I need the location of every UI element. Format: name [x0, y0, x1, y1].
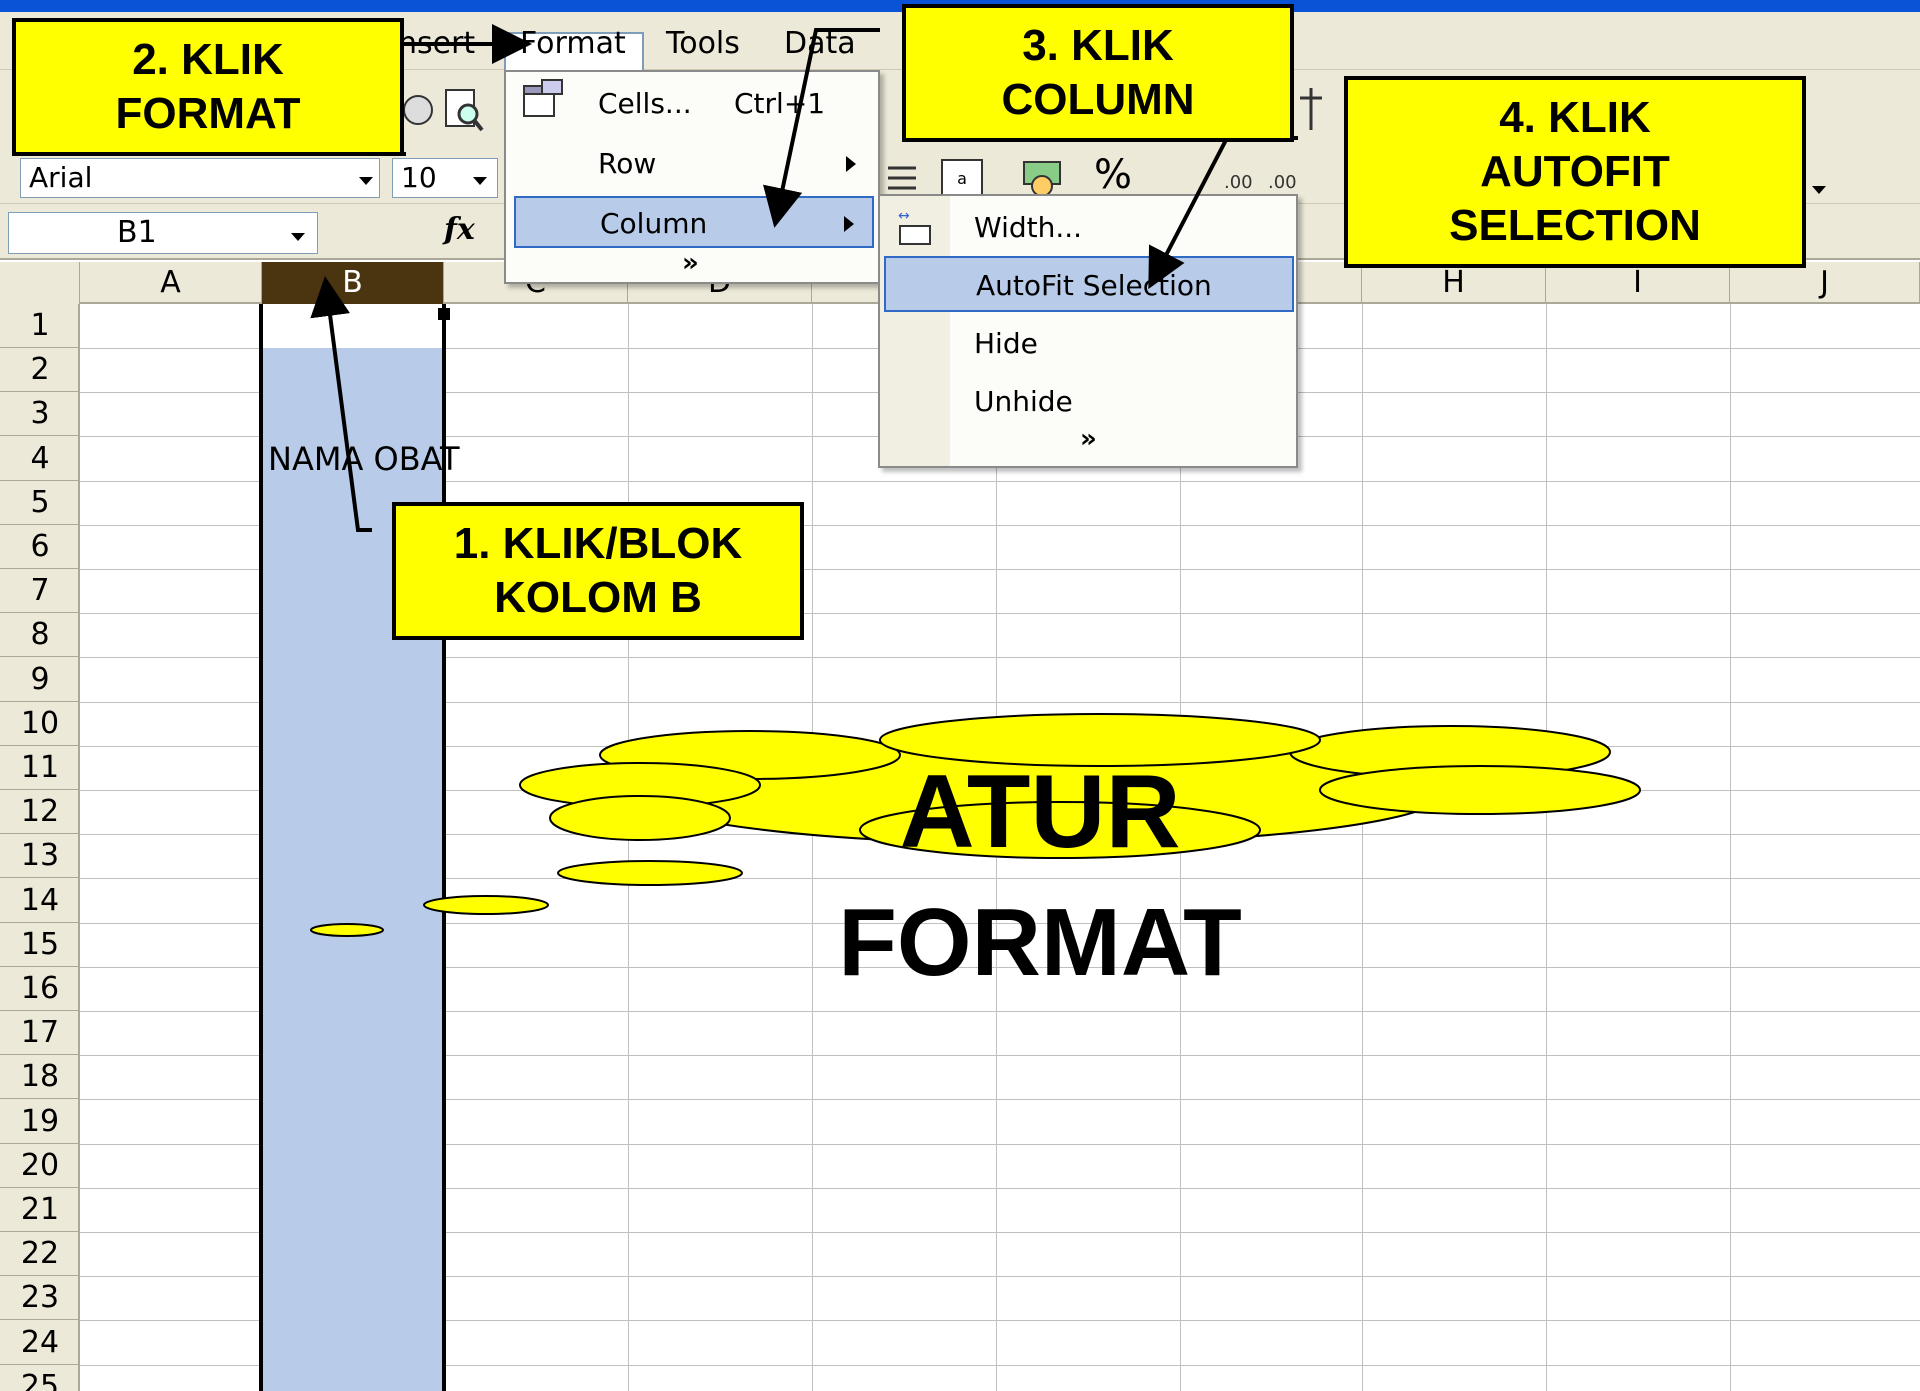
merge-center-icon[interactable]: a	[940, 158, 984, 198]
row-header-9[interactable]: 9	[0, 658, 80, 702]
currency-icon[interactable]	[1020, 156, 1064, 198]
row-header-16[interactable]: 16	[0, 967, 80, 1011]
callout-step-1-text: 1. KLIK/BLOK KOLOM B	[453, 519, 743, 622]
row-header-15[interactable]: 15	[0, 923, 80, 967]
select-all-corner[interactable]	[0, 262, 80, 304]
row-header-13[interactable]: 13	[0, 834, 80, 879]
column-submenu: ↔ Width... AutoFit Selection Hide Unhide…	[878, 194, 1298, 468]
row-header-24[interactable]: 24	[0, 1321, 80, 1365]
font-size-value: 10	[401, 161, 437, 194]
callout-step-3-text: 3. KLIK COLUMN	[1001, 21, 1195, 124]
menu-item-cells-shortcut: Ctrl+1	[734, 87, 826, 120]
fill-handle[interactable]	[438, 308, 450, 320]
svg-text:a: a	[957, 169, 967, 188]
row-header-18[interactable]: 18	[0, 1055, 80, 1100]
menu-item-column[interactable]: Column	[514, 196, 874, 248]
callout-step-4-text: 4. KLIK AUTOFIT SELECTION	[1449, 93, 1701, 250]
row-header-11[interactable]: 11	[0, 746, 80, 790]
submenu-arrow-icon	[844, 216, 854, 232]
column-header-a[interactable]: A	[80, 262, 262, 304]
row-header-19[interactable]: 19	[0, 1100, 80, 1144]
row-header-14[interactable]: 14	[0, 879, 80, 923]
row-header-8[interactable]: 8	[0, 613, 80, 658]
row-header-21[interactable]: 21	[0, 1188, 80, 1232]
menu-item-cells[interactable]: Cells... Ctrl+1	[514, 78, 874, 130]
expand-menu-icon[interactable]: »	[1080, 424, 1097, 454]
insert-function-icon[interactable]: fx	[444, 212, 475, 247]
menu-data[interactable]: Data	[784, 26, 856, 61]
print-preview-icon[interactable]	[442, 86, 486, 134]
column-header-i[interactable]: I	[1546, 262, 1730, 304]
callout-step-2-text: 2. KLIK FORMAT	[115, 35, 301, 138]
row-header-17[interactable]: 17	[0, 1011, 80, 1056]
row-header-22[interactable]: 22	[0, 1232, 80, 1277]
row-header-12[interactable]: 12	[0, 790, 80, 835]
menu-tools[interactable]: Tools	[666, 26, 740, 61]
sort-icon[interactable]	[1296, 84, 1326, 134]
submenu-item-width[interactable]: Width...	[884, 200, 1294, 256]
submenu-arrow-icon	[846, 156, 856, 172]
row-header-7[interactable]: 7	[0, 569, 80, 614]
percent-icon[interactable]: %	[1094, 152, 1132, 198]
row-header-5[interactable]: 5	[0, 481, 80, 525]
menu-format[interactable]: Format	[520, 26, 626, 61]
svg-text:.00: .00	[1268, 172, 1297, 193]
gridline-column	[628, 304, 629, 1391]
gridline-column	[1362, 304, 1363, 1391]
row-header-6[interactable]: 6	[0, 525, 80, 569]
svg-text:.00: .00	[1224, 172, 1253, 193]
row-header-10[interactable]: 10	[0, 702, 80, 746]
callout-step-1: 1. KLIK/BLOK KOLOM B	[392, 502, 804, 640]
print-icon[interactable]	[398, 88, 438, 132]
expand-menu-icon[interactable]: »	[682, 248, 699, 278]
menu-item-row[interactable]: Row	[514, 138, 874, 190]
chevron-down-icon[interactable]	[359, 177, 373, 185]
row-header-1[interactable]: 1	[0, 304, 80, 348]
name-box[interactable]: B1	[8, 212, 318, 254]
row-header-4[interactable]: 4	[0, 437, 80, 481]
callout-step-2: 2. KLIK FORMAT	[12, 18, 404, 156]
submenu-item-unhide[interactable]: Unhide	[884, 374, 1294, 430]
row-header-3[interactable]: 3	[0, 392, 80, 437]
toolbar-options-icon[interactable]	[1812, 186, 1826, 194]
menu-insert[interactable]: nsert	[398, 26, 475, 61]
align-right-icon[interactable]	[884, 160, 920, 196]
column-header-j[interactable]: J	[1730, 262, 1920, 304]
gridline-column	[1546, 304, 1547, 1391]
menu-item-column-label: Column	[600, 207, 708, 240]
submenu-item-autofit-selection[interactable]: AutoFit Selection	[884, 256, 1294, 312]
callout-step-3: 3. KLIK COLUMN	[902, 4, 1294, 142]
font-name-value: Arial	[29, 161, 93, 194]
column-header-h[interactable]: H	[1362, 262, 1546, 304]
gridline-column	[1730, 304, 1731, 1391]
column-header-b[interactable]: B	[262, 262, 444, 304]
format-menu: Cells... Ctrl+1 Row Column »	[504, 70, 880, 284]
row-header-25[interactable]: 25	[0, 1365, 80, 1391]
menu-item-cells-label: Cells...	[598, 87, 692, 120]
callout-step-4: 4. KLIK AUTOFIT SELECTION	[1344, 76, 1806, 268]
row-header-2[interactable]: 2	[0, 348, 80, 393]
thought-subtitle: FORMAT	[838, 889, 1242, 996]
decimal-icon[interactable]: .00 .00	[1222, 158, 1312, 198]
chevron-down-icon[interactable]	[291, 233, 305, 241]
name-box-value: B1	[117, 215, 157, 250]
cell-b4[interactable]: NAMA OBAT	[268, 440, 460, 478]
font-name-combo[interactable]: Arial	[20, 158, 380, 198]
menu-item-row-label: Row	[598, 147, 657, 180]
chevron-down-icon[interactable]	[473, 177, 487, 185]
row-header-20[interactable]: 20	[0, 1144, 80, 1188]
row-header-23[interactable]: 23	[0, 1276, 80, 1321]
thought-title: ATUR	[899, 754, 1181, 870]
gridline-column	[812, 304, 813, 1391]
submenu-item-hide[interactable]: Hide	[884, 316, 1294, 372]
font-size-combo[interactable]: 10	[392, 158, 498, 198]
